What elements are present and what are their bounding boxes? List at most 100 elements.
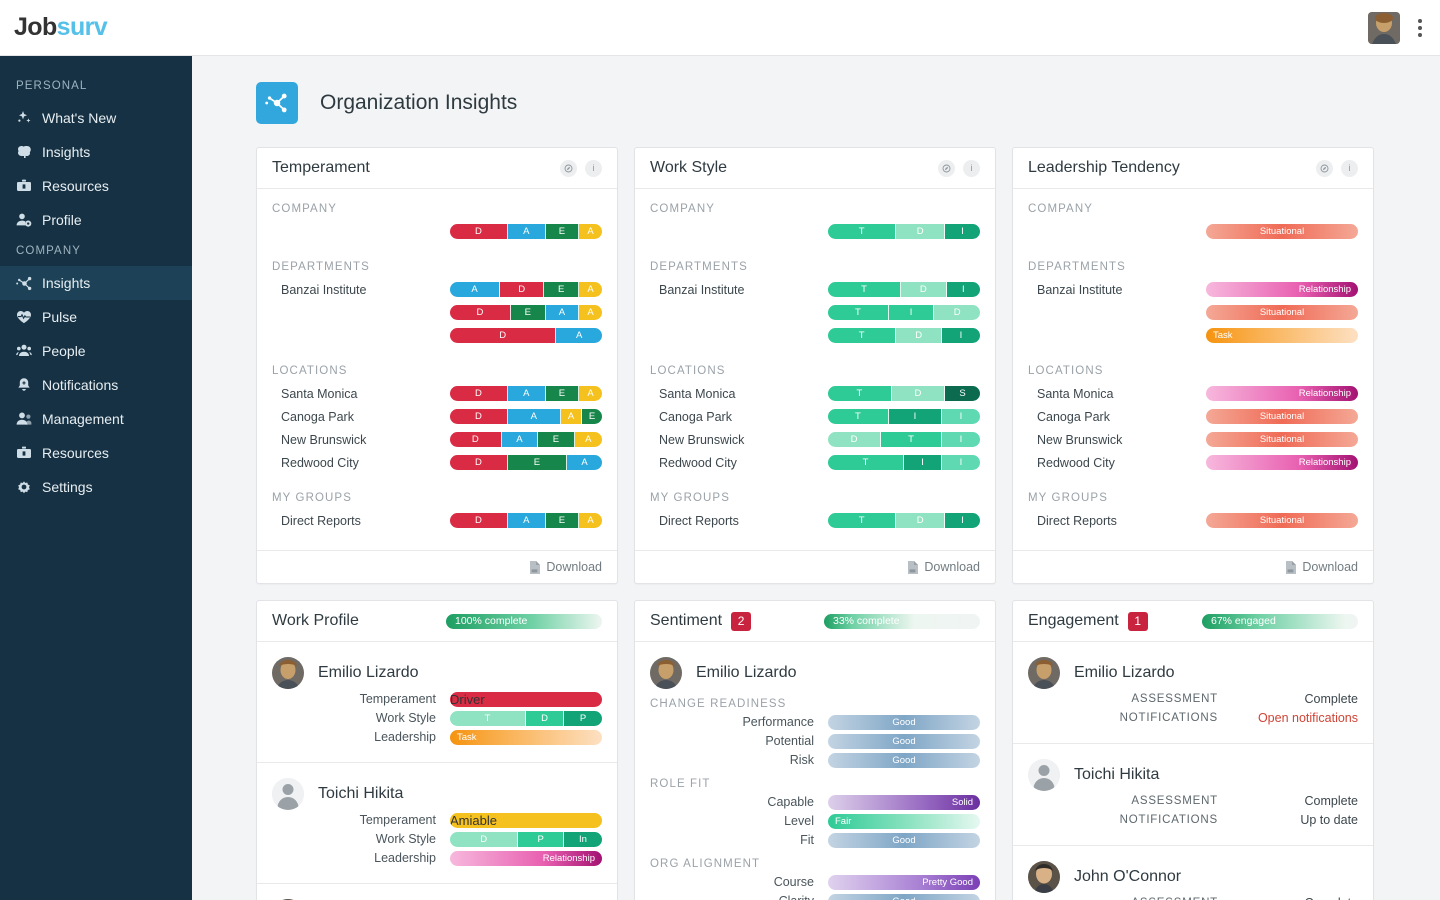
person-header: Emilio Lizardo <box>272 657 602 689</box>
sidebar-item-resources-company[interactable]: Resources <box>0 436 192 470</box>
distribution-bar: TDI <box>828 282 980 297</box>
avatar[interactable] <box>272 657 304 689</box>
data-row: Canoga Park T I I <box>650 405 980 428</box>
metric-row: Potential Good <box>650 732 980 750</box>
sidebar-item-profile[interactable]: Profile <box>0 203 192 237</box>
data-row: DA <box>272 324 602 347</box>
person-name: Toichi Hikita <box>1074 766 1160 783</box>
bar-segment: A <box>507 409 561 424</box>
sidebar-item-settings[interactable]: Settings <box>0 470 192 504</box>
bar-segment: In <box>563 831 602 847</box>
download-link[interactable]: Download <box>924 560 980 574</box>
row-label: New Brunswick <box>659 432 745 447</box>
data-row: Direct Reports T D I <box>650 509 980 532</box>
avatar[interactable] <box>1028 861 1060 893</box>
row-label: Santa Monica <box>281 386 358 401</box>
brand-logo[interactable]: Jobsurv <box>0 13 192 42</box>
card-engagement: Engagement 1 67% engaged Emilio Lizardo … <box>1012 600 1374 900</box>
compass-icon[interactable] <box>560 159 577 177</box>
tendency-bar: Situational <box>1206 305 1358 320</box>
row-label: Redwood City <box>659 455 737 470</box>
sidebar-item-insights-company[interactable]: Insights <box>0 266 192 300</box>
bar-label: Situational <box>1259 515 1305 526</box>
engagement-key: ASSESSMENT <box>1131 794 1218 807</box>
attribute-row: Leadership Relationship <box>272 849 602 867</box>
sidebar-group-label-personal: PERSONAL <box>16 80 88 92</box>
locations-list: Santa Monica T D S Canoga Park T I I New Brunswi… <box>650 382 980 474</box>
metric-row: Capable Solid <box>650 793 980 811</box>
brain-icon <box>16 144 42 160</box>
metric-bar: Fair <box>828 813 980 829</box>
person-block: Toichi Hikita ASSESSMENT Complete NOTIFI… <box>1013 744 1373 846</box>
toolbox-icon <box>16 178 42 194</box>
avatar[interactable] <box>1028 657 1060 689</box>
section-label-departments: DEPARTMENTS <box>1028 261 1126 273</box>
person-name: Toichi Hikita <box>318 785 404 802</box>
metric-bar: Good <box>828 714 980 730</box>
distribution-bar: DEAA <box>450 305 602 320</box>
sidebar-item-notifications[interactable]: Notifications <box>0 368 192 402</box>
person-name: John O'Connor <box>1074 868 1182 885</box>
compass-icon[interactable] <box>938 159 955 177</box>
bar-segment: T <box>881 432 942 447</box>
bar-segment: I <box>904 455 942 470</box>
card-header-icons: i <box>1316 159 1358 177</box>
bar-label: Situational <box>1259 307 1305 318</box>
temperament-bar: Amiable <box>450 812 602 828</box>
info-icon[interactable]: i <box>963 159 980 177</box>
kebab-menu-icon[interactable] <box>1414 13 1426 43</box>
bar-segment: P <box>564 710 602 726</box>
row-label: Redwood City <box>281 455 359 470</box>
row-label: New Brunswick <box>281 432 367 447</box>
avatar[interactable] <box>650 657 682 689</box>
row-label: Direct Reports <box>1037 513 1117 528</box>
card-title: Work Profile <box>272 612 359 629</box>
data-row: Situational <box>1028 301 1358 324</box>
tendency-bar: Relationship <box>1206 282 1358 297</box>
metric-row: Performance Good <box>650 713 980 731</box>
data-row: New Brunswick D T I <box>650 428 980 451</box>
metric-label: Potential <box>765 734 814 748</box>
bar-segment: P <box>518 831 564 847</box>
card-header: Temperament i <box>257 148 617 189</box>
avatar-photo-icon <box>1368 11 1400 44</box>
bar-label: Good <box>892 754 916 766</box>
my-groups-list: Direct Reports T D I <box>650 509 980 532</box>
bar-label: Pretty Good <box>922 876 973 888</box>
attribute-label: Work Style <box>375 711 436 725</box>
bar-segment: I <box>942 455 980 470</box>
compass-icon[interactable] <box>1316 159 1333 177</box>
sidebar-item-whats-new[interactable]: What's New <box>0 101 192 135</box>
download-link[interactable]: Download <box>1302 560 1358 574</box>
bar-segment: A <box>507 224 546 239</box>
data-row: Canoga Park D A A E <box>272 405 602 428</box>
avatar[interactable] <box>272 778 304 810</box>
bar-segment: T <box>450 710 526 726</box>
info-icon[interactable]: i <box>1341 159 1358 177</box>
sidebar-item-resources-personal[interactable]: Resources <box>0 169 192 203</box>
sidebar-item-pulse[interactable]: Pulse <box>0 300 192 334</box>
info-icon[interactable]: i <box>585 159 602 177</box>
distribution-bar: ADEA <box>450 282 602 297</box>
bar-segment: A <box>574 432 602 447</box>
avatar-placeholder-icon <box>272 778 304 810</box>
metric-bar: Good <box>828 752 980 768</box>
bar-row-company: DAEA <box>272 220 602 243</box>
avatar-photo-icon <box>1028 861 1060 893</box>
bar-segment: D <box>450 513 508 528</box>
engagement-value: Up to date <box>1300 812 1358 827</box>
work-style-bar: TDP <box>450 710 602 726</box>
sidebar-item-insights-personal[interactable]: Insights <box>0 135 192 169</box>
person-header: Emilio Lizardo <box>1028 657 1358 689</box>
sidebar-item-management[interactable]: Management <box>0 402 192 436</box>
download-link[interactable]: Download <box>546 560 602 574</box>
engagement-value[interactable]: Open notifications <box>1218 711 1358 725</box>
bar-label: Driver <box>450 691 485 707</box>
bar-segment: A <box>450 282 501 297</box>
avatar[interactable] <box>1028 759 1060 791</box>
avatar[interactable] <box>1368 11 1400 44</box>
sentiment-body: Emilio Lizardo CHANGE READINESS Performa… <box>635 642 995 900</box>
sidebar-item-label: What's New <box>42 110 117 126</box>
sidebar-item-people[interactable]: People <box>0 334 192 368</box>
my-groups-list: Direct Reports Situational <box>1028 509 1358 532</box>
